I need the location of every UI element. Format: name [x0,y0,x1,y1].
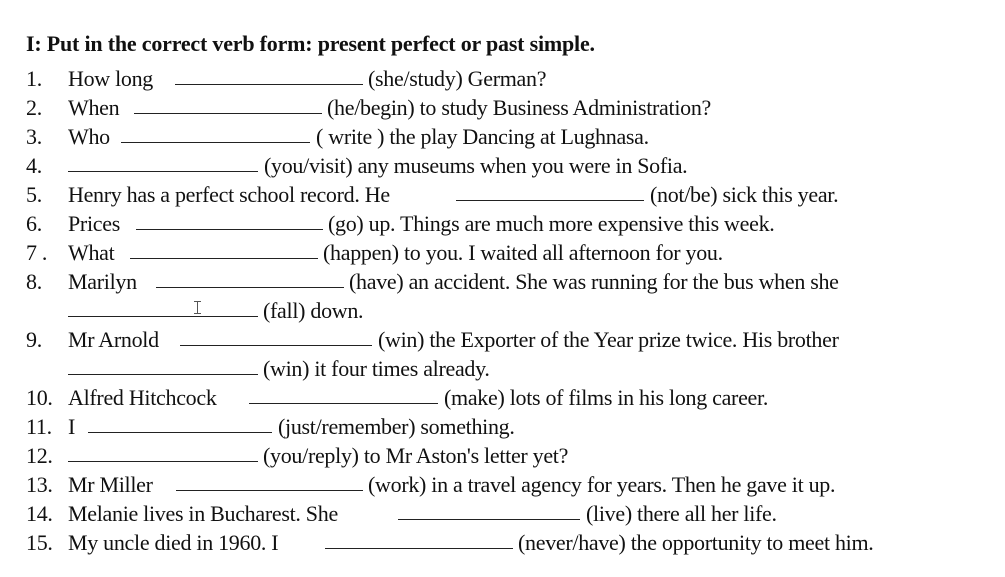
item-number: 5. [26,182,42,207]
item-number: 13. [26,472,53,497]
item-prompt: I [68,414,76,439]
verb-hint: (go) up. Things are much more expensive … [328,211,775,236]
text-cursor-ibeam-icon [194,301,201,314]
verb-hint: (make) lots of films in his long career. [444,385,769,410]
answer-blank[interactable] [68,296,258,317]
verb-hint: (fall) down. [263,298,364,323]
item-number: 12. [26,443,53,468]
answer-blank[interactable] [68,151,258,172]
item-number: 15. [26,530,53,555]
verb-hint: (she/study) German? [368,66,547,91]
item-prompt: Who [68,124,110,149]
answer-blank[interactable] [156,267,344,288]
verb-hint: ( write ) the play Dancing at Lughnasa. [316,124,649,149]
item-prompt: Mr Miller [68,472,153,497]
item-number: 14. [26,501,53,526]
verb-hint: (never/have) the opportunity to meet him… [518,530,874,555]
verb-hint: (happen) to you. I waited all afternoon … [323,240,723,265]
answer-blank[interactable] [180,325,372,346]
item-prompt: How long [68,66,153,91]
item-prompt: Prices [68,211,120,236]
answer-blank[interactable] [121,122,310,143]
verb-hint: (win) it four times already. [263,356,490,381]
answer-blank[interactable] [136,209,323,230]
answer-blank[interactable] [134,93,322,114]
answer-blank[interactable] [176,470,363,491]
item-prompt: Mr Arnold [68,327,159,352]
verb-hint: (win) the Exporter of the Year prize twi… [378,327,839,352]
answer-blank[interactable] [88,412,272,433]
item-prompt: Marilyn [68,269,137,294]
item-number: 2. [26,95,42,120]
verb-hint: (have) an accident. She was running for … [349,269,839,294]
item-prompt: What [68,240,115,265]
answer-blank[interactable] [130,238,318,259]
item-number: 1. [26,66,42,91]
item-number: 7 . [26,240,48,265]
verb-hint: (you/reply) to Mr Aston's letter yet? [263,443,569,468]
answer-blank[interactable] [175,64,363,85]
item-number: 3. [26,124,42,149]
answer-blank[interactable] [398,499,580,520]
item-number: 8. [26,269,42,294]
item-prompt: Melanie lives in Bucharest. She [68,501,338,526]
item-number: 4. [26,153,42,178]
answer-blank[interactable] [68,354,258,375]
item-prompt: My uncle died in 1960. I [68,530,279,555]
item-prompt: Henry has a perfect school record. He [68,182,390,207]
verb-hint: (he/begin) to study Business Administrat… [327,95,711,120]
worksheet-title: I: Put in the correct verb form: present… [26,31,595,56]
item-number: 10. [26,385,53,410]
verb-hint: (just/remember) something. [278,414,515,439]
item-prompt: Alfred Hitchcock [68,385,217,410]
verb-hint: (live) there all her life. [586,501,777,526]
item-number: 9. [26,327,42,352]
item-number: 11. [26,414,52,439]
answer-blank[interactable] [456,180,644,201]
answer-blank[interactable] [68,441,258,462]
item-prompt: When [68,95,120,120]
answer-blank[interactable] [249,383,438,404]
verb-hint: (not/be) sick this year. [650,182,839,207]
verb-hint: (you/visit) any museums when you were in… [264,153,688,178]
answer-blank[interactable] [325,528,513,549]
verb-hint: (work) in a travel agency for years. The… [368,472,836,497]
item-number: 6. [26,211,42,236]
